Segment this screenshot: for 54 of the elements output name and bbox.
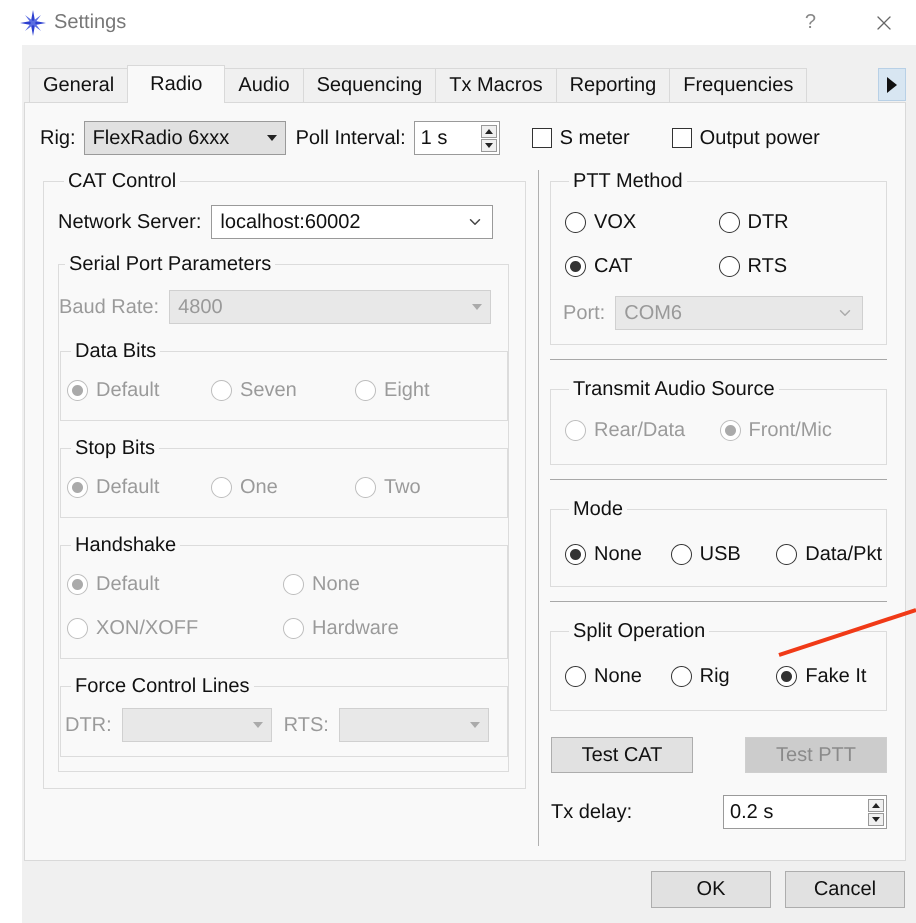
radio-label: Eight — [384, 379, 430, 402]
network-server-label: Network Server: — [58, 210, 202, 234]
dialog-button[interactable]: Cancel — [785, 871, 905, 908]
group-title: CAT Control — [67, 170, 178, 193]
radio-label: Hardware — [312, 617, 399, 640]
group-title: Handshake — [74, 534, 178, 557]
group-title: Force Control Lines — [74, 675, 251, 698]
window-title: Settings — [54, 11, 128, 34]
radio-label: Seven — [240, 379, 297, 402]
radio-label: CAT — [594, 255, 633, 278]
group-title: PTT Method — [572, 170, 684, 193]
control-line-label: DTR: — [65, 714, 112, 736]
network-server-dropdown[interactable]: localhost:60002 — [211, 205, 494, 239]
radio-label: Front/Mic — [748, 419, 832, 442]
baud-rate-label: Baud Rate: — [59, 296, 160, 318]
tx-delay-label: Tx delay: — [551, 800, 632, 824]
radio-label: Default — [96, 573, 160, 596]
poll-interval-field[interactable]: 1 s — [414, 121, 500, 155]
rig-dropdown[interactable]: FlexRadio 6xxx — [84, 121, 286, 155]
help-button[interactable]: ? — [804, 11, 816, 34]
port-label: Port: — [563, 302, 606, 324]
rig-label: Rig: — [40, 126, 76, 150]
radio-label: Rear/Data — [594, 419, 686, 442]
radio-label: None — [594, 543, 642, 566]
group-title: Data Bits — [74, 340, 158, 363]
radio-label: USB — [700, 543, 741, 566]
tab[interactable]: General — [29, 68, 128, 103]
radio-label: Data/Pkt — [805, 543, 882, 566]
radio-label: None — [312, 573, 360, 596]
group-title: Mode — [572, 498, 624, 521]
radio-label: VOX — [594, 211, 636, 234]
radio-label: Default — [96, 476, 160, 499]
poll-interval-label: Poll Interval: — [296, 126, 406, 150]
radio-label: Fake It — [805, 665, 866, 688]
radio-label: RTS — [748, 255, 788, 278]
checkbox-label: Output power — [700, 126, 820, 150]
control-line-label: RTS: — [284, 714, 329, 736]
radio-label: Two — [384, 476, 421, 499]
test-button-control[interactable]: Test CAT — [551, 737, 693, 773]
group-title: Serial Port Parameters — [68, 253, 272, 276]
tab[interactable]: Frequencies — [669, 68, 808, 103]
radio-label: XON/XOFF — [96, 617, 198, 640]
dialog-button[interactable]: OK — [651, 871, 771, 908]
radio-label: Rig — [700, 665, 730, 688]
group-title: Transmit Audio Source — [572, 378, 776, 401]
radio-label: None — [594, 665, 642, 688]
checkbox-label: S meter — [560, 126, 630, 150]
radio-label: DTR — [748, 211, 789, 234]
radio-label: Default — [96, 379, 160, 402]
tx-delay-field[interactable]: 0.2 s — [723, 795, 887, 829]
group-title: Stop Bits — [74, 437, 156, 460]
group-title: Split Operation — [572, 620, 706, 643]
radio-label: One — [240, 476, 278, 499]
tab[interactable]: Radio — [127, 65, 226, 103]
